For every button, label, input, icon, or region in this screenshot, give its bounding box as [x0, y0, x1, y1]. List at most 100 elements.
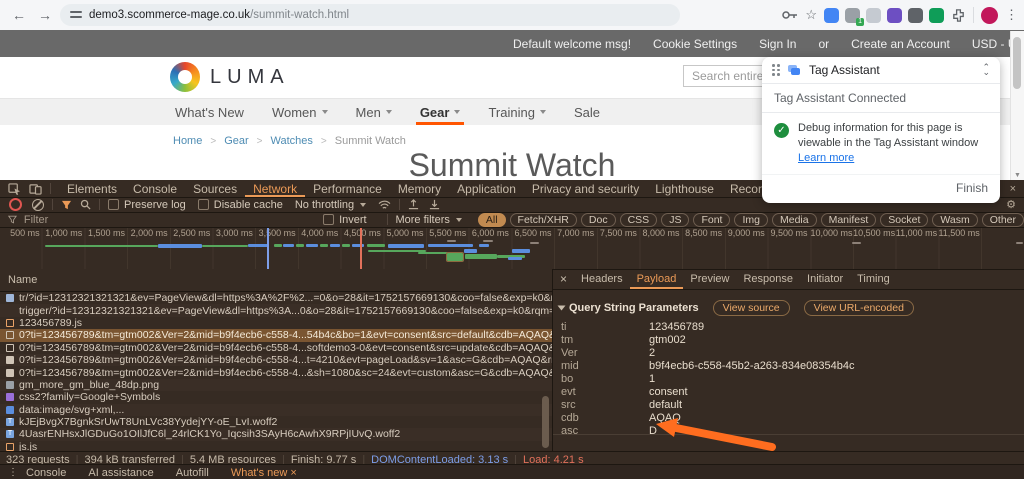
disable-cache-checkbox[interactable]: Disable cache [197, 199, 283, 211]
request-row[interactable]: trigger/?id=12312321321321&ev=PageView&d… [0, 304, 552, 317]
request-row[interactable]: 0?ti=123456789&tm=gtm002&Ver=2&mid=b9f4e… [0, 329, 552, 342]
sign-in-link[interactable]: Sign In [759, 37, 796, 51]
record-icon[interactable] [9, 198, 22, 211]
filter-funnel-icon[interactable] [61, 200, 72, 210]
request-row[interactable]: TkJEjBvgX7BgnkSrUwT8UnLVc38YydejYY-oE_Lv… [0, 416, 552, 428]
filter-chip-font[interactable]: Font [693, 212, 731, 227]
nav-item-women[interactable]: Women [272, 99, 328, 125]
request-row[interactable]: 0?ti=123456789&tm=gtm002&Ver=2&mid=b9f4e… [0, 366, 552, 379]
drag-handle-icon[interactable] [772, 64, 780, 76]
filter-chip-doc[interactable]: Doc [580, 212, 616, 227]
details-tab-preview[interactable]: Preview [683, 269, 736, 289]
extension-icon-purple[interactable] [887, 7, 902, 23]
nav-item-men[interactable]: Men [356, 99, 392, 125]
devtools-tab-privacy-and-security[interactable]: Privacy and security [524, 180, 647, 197]
forward-icon[interactable]: → [38, 7, 52, 23]
drawer-tab-console[interactable]: Console [26, 467, 66, 479]
profile-avatar[interactable] [981, 6, 998, 24]
filter-input[interactable] [21, 212, 320, 227]
devtools-tab-elements[interactable]: Elements [59, 180, 125, 197]
details-tab-headers[interactable]: Headers [574, 269, 630, 289]
view-source-button[interactable]: View source [712, 300, 790, 316]
extension-icon-green[interactable] [929, 7, 944, 23]
chrome-menu-icon[interactable]: ⋮ [1005, 7, 1018, 23]
request-row[interactable]: data:image/svg+xml,... [0, 403, 552, 416]
back-icon[interactable]: ← [12, 7, 26, 23]
search-icon[interactable] [80, 199, 91, 210]
request-row[interactable]: 0?ti=123456789&tm=gtm002&Ver=2&mid=b9f4e… [0, 353, 552, 367]
request-row[interactable]: css2?family=Google+Symbols [0, 391, 552, 403]
site-info-icon[interactable] [70, 10, 82, 20]
inspect-element-icon[interactable] [8, 182, 21, 195]
nav-item-sale[interactable]: Sale [574, 99, 600, 125]
filter-chip-all[interactable]: All [477, 212, 506, 227]
filter-chip-img[interactable]: Img [734, 212, 768, 227]
request-row[interactable]: tr/?id=12312321321321&ev=PageView&dl=htt… [0, 292, 552, 304]
extension-icon-globe[interactable] [908, 7, 923, 23]
view-url-encoded-button[interactable]: View URL-encoded [803, 300, 914, 316]
nav-item-gear[interactable]: Gear [415, 99, 465, 125]
finish-button[interactable]: Finish [762, 173, 1000, 203]
import-har-icon[interactable] [408, 199, 419, 210]
devtools-tab-performance[interactable]: Performance [305, 180, 390, 197]
device-toolbar-icon[interactable] [29, 183, 42, 195]
luma-logo[interactable]: LUMA [170, 62, 290, 92]
throttling-select[interactable]: No throttling [295, 199, 367, 211]
details-tab-response[interactable]: Response [736, 269, 800, 289]
nav-item-what-s-new[interactable]: What's New [175, 99, 244, 125]
filter-chip-css[interactable]: CSS [619, 212, 658, 227]
query-string-parameters-section[interactable]: Query String Parameters View source View… [557, 300, 1024, 316]
details-close-icon[interactable]: × [560, 272, 567, 286]
devtools-tab-network[interactable]: Network [245, 180, 305, 197]
devtools-tab-sources[interactable]: Sources [185, 180, 245, 197]
requests-scrollbar[interactable] [542, 295, 550, 448]
breadcrumb-link-home[interactable]: Home [173, 135, 202, 147]
page-scrollbar[interactable]: ▼ [1010, 31, 1024, 180]
drawer-menu-icon[interactable]: ⋮ [8, 467, 18, 478]
details-tab-timing[interactable]: Timing [850, 269, 897, 289]
scrollbar-thumb[interactable] [542, 396, 549, 448]
learn-more-link[interactable]: Learn more [798, 152, 854, 164]
drawer-tab-autofill[interactable]: Autofill [176, 467, 209, 479]
drawer-tab-what-s-new[interactable]: What's new × [231, 467, 297, 479]
network-overview-timeline[interactable]: 500 ms 1,000 ms 1,500 ms 2,000 ms 2,500 ms 3,… [0, 228, 1024, 270]
tag-assistant-extension-icon[interactable] [824, 7, 839, 23]
filter-chip-manifest[interactable]: Manifest [820, 212, 877, 227]
clear-icon[interactable] [32, 198, 44, 211]
bookmark-star-icon[interactable]: ☆ [805, 7, 817, 23]
request-row[interactable]: gm_more_gm_blue_48dp.png [0, 378, 552, 392]
invert-checkbox[interactable]: Invert [323, 214, 367, 226]
more-filters-select[interactable]: More filters [395, 214, 462, 226]
scroll-down-arrow[interactable]: ▼ [1014, 172, 1021, 179]
key-icon[interactable] [782, 9, 798, 21]
extension-icon-cursor[interactable] [866, 7, 881, 23]
extensions-puzzle-icon[interactable] [951, 8, 966, 23]
drawer-tab-ai-assistance[interactable]: AI assistance [88, 467, 153, 479]
filter-chip-js[interactable]: JS [661, 212, 690, 227]
filter-chip-media[interactable]: Media [771, 212, 817, 227]
scrollbar-thumb[interactable] [1013, 37, 1021, 89]
request-row[interactable]: 0?ti=123456789&tm=gtm002&Ver=2&mid=b9f4e… [0, 342, 552, 354]
details-tab-payload[interactable]: Payload [630, 269, 684, 289]
breadcrumb-link-watches[interactable]: Watches [271, 135, 313, 147]
filter-chip-other[interactable]: Other [981, 212, 1024, 227]
network-conditions-icon[interactable] [378, 200, 391, 210]
devtools-close-icon[interactable]: × [1010, 183, 1016, 195]
address-bar[interactable]: demo3.scommerce-mage.co.uk/summit-watch.… [60, 4, 680, 26]
filter-chip-fetch-xhr[interactable]: Fetch/XHR [509, 212, 577, 227]
export-har-icon[interactable] [429, 199, 440, 210]
filter-chip-wasm[interactable]: Wasm [932, 212, 978, 227]
cookie-settings-link[interactable]: Cookie Settings [653, 37, 737, 51]
nav-item-training[interactable]: Training [488, 99, 546, 125]
request-row[interactable]: T 4UasrENHsxJlGDuGo1OIlJfC6l_24rlCK1Yo_Iq… [0, 428, 552, 441]
devtools-tab-console[interactable]: Console [125, 180, 185, 197]
tag-assistant-header[interactable]: Tag Assistant ⌃ ⌄ [762, 57, 1000, 84]
devtools-tab-memory[interactable]: Memory [390, 180, 449, 197]
network-settings-gear-icon[interactable]: ⚙ [1006, 198, 1024, 211]
devtools-tab-lighthouse[interactable]: Lighthouse [647, 180, 722, 197]
collapse-icon[interactable]: ⌃ ⌄ [982, 63, 990, 77]
name-column-header[interactable]: Name [0, 269, 552, 292]
extension-icon-badge-one[interactable]: 1 [845, 7, 864, 26]
preserve-log-checkbox[interactable]: Preserve log [108, 199, 186, 211]
breadcrumb-link-gear[interactable]: Gear [224, 135, 248, 147]
